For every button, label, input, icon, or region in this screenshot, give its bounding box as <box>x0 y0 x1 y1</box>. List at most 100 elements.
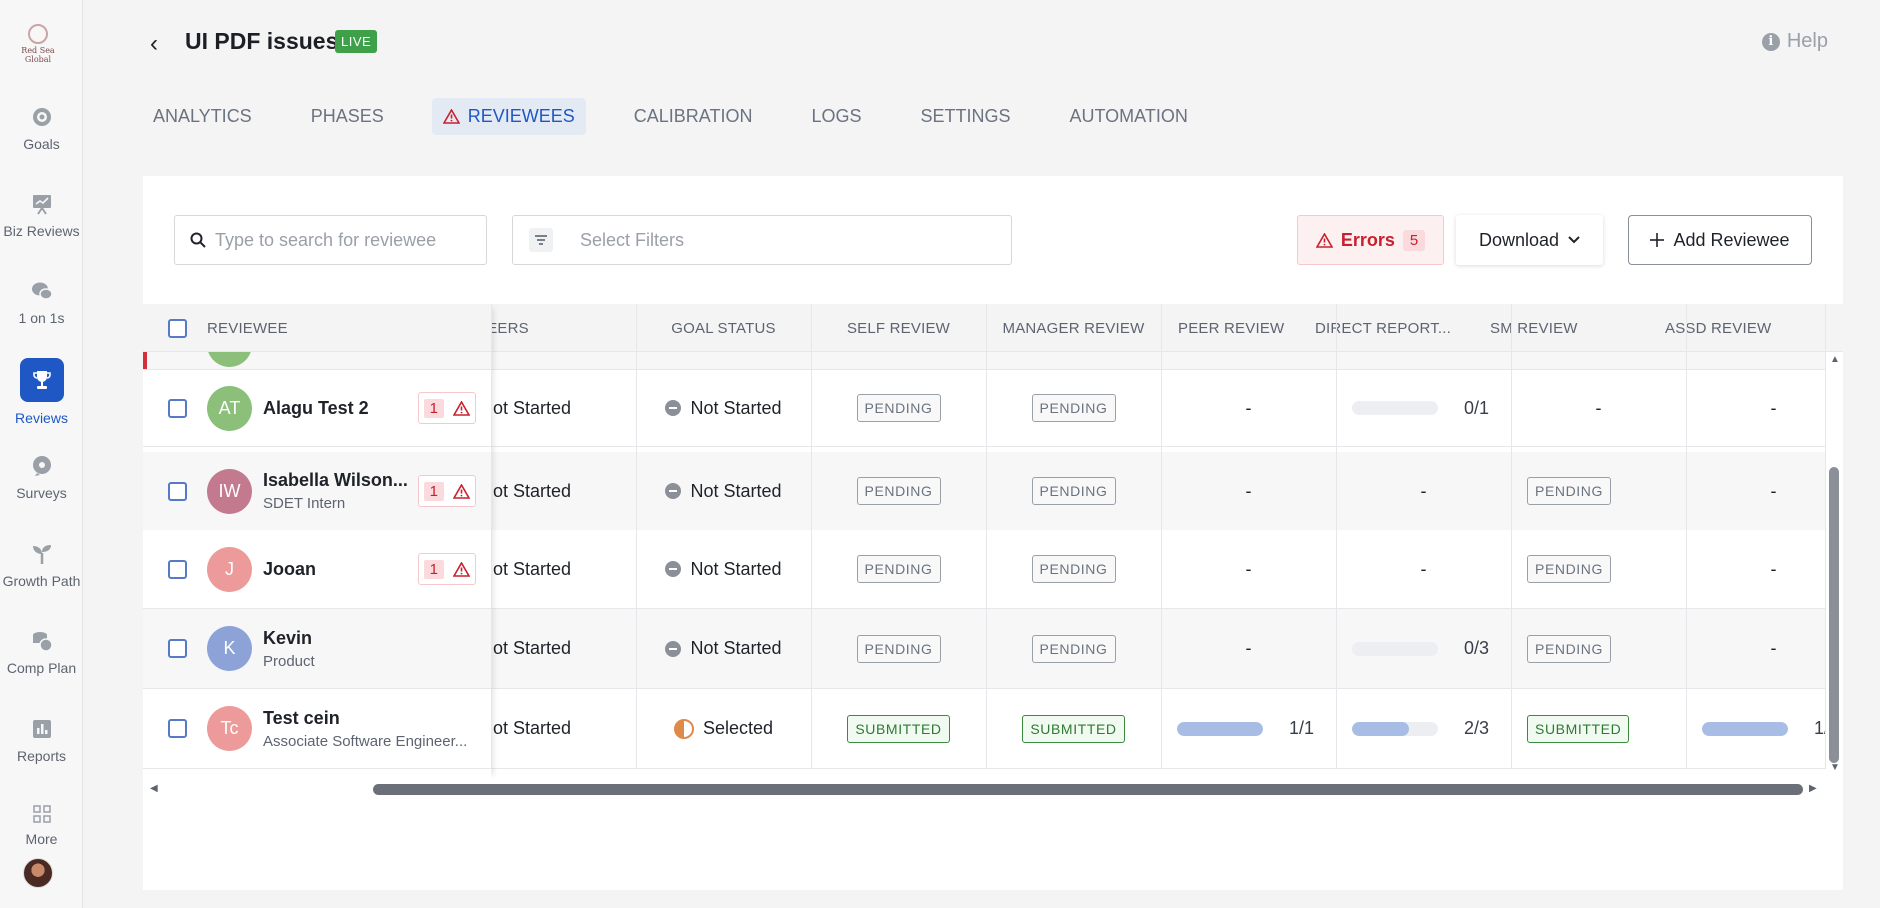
col-manager-review[interactable]: MANAGER REVIEW <box>986 304 1161 352</box>
coins-icon <box>32 632 53 652</box>
column-divider <box>811 304 812 769</box>
empty-value: - <box>1595 397 1602 418</box>
row-checkbox[interactable] <box>168 559 187 579</box>
add-reviewee-button[interactable]: Add Reviewee <box>1628 215 1812 265</box>
nav-item-more[interactable]: More <box>0 805 83 847</box>
search-icon <box>190 232 206 248</box>
row-error-count: 1 <box>423 559 444 579</box>
reviewee-info[interactable]: Alagu Test 2 <box>263 398 369 419</box>
reviewee-name[interactable]: Kevin <box>263 628 315 649</box>
sm-review-cell: PENDING <box>1511 609 1686 688</box>
status-pill: PENDING <box>1031 394 1116 422</box>
progress-fill <box>1352 721 1410 736</box>
filters-select[interactable]: Select Filters <box>512 215 1012 265</box>
reviewee-name[interactable]: Isabella Wilson... <box>263 470 408 491</box>
scroll-right-icon[interactable]: ▶ <box>1809 783 1817 794</box>
tab-analytics[interactable]: ANALYTICS <box>142 98 263 135</box>
table-row[interactable]: ot Started Not Started PENDING PENDING - - PEN… <box>143 530 1825 609</box>
status-pill: PENDING <box>856 634 941 663</box>
col-sm-review[interactable]: SM REVIEW <box>1490 304 1578 352</box>
reviewee-name[interactable]: Jooan <box>263 559 316 580</box>
tab-settings[interactable]: SETTINGS <box>909 98 1021 135</box>
avatar: K <box>207 626 252 671</box>
status-pill: PENDING <box>1031 555 1116 583</box>
column-divider <box>1511 304 1512 769</box>
assd-review-cell: - <box>1686 452 1843 530</box>
row-checkbox[interactable] <box>168 398 187 418</box>
warning-icon <box>1315 232 1333 248</box>
row-checkbox[interactable] <box>168 719 187 738</box>
status-pill: PENDING <box>856 555 941 583</box>
nav-item-surveys[interactable]: Surveys <box>0 455 83 501</box>
col-reviewee[interactable]: REVIEWEE <box>207 304 288 352</box>
table-row[interactable]: ot Started Not Started PENDING PENDING - 0/1 -… <box>143 370 1825 447</box>
column-divider <box>1686 304 1687 769</box>
avatar: IW <box>207 468 252 514</box>
peers-cell: ot Started <box>491 689 636 768</box>
tab-reviewees[interactable]: REVIEWEES <box>431 98 586 135</box>
nav-label: Reports <box>16 748 67 764</box>
row-error-badge[interactable]: 1 <box>418 553 476 585</box>
select-all-checkbox[interactable] <box>168 304 187 352</box>
col-peer-review[interactable]: PEER REVIEW <box>1178 304 1284 352</box>
nav-item-reviews[interactable]: Reviews <box>0 358 83 426</box>
back-icon[interactable]: ‹ <box>150 30 158 58</box>
reviewee-name[interactable]: Alagu Test 2 <box>263 398 369 419</box>
horizontal-scroll-thumb[interactable] <box>373 784 1803 795</box>
nav-label: 1 on 1s <box>18 310 65 326</box>
row-checkbox[interactable] <box>168 481 187 501</box>
column-divider <box>1336 304 1337 769</box>
row-error-badge[interactable]: 1 <box>418 392 476 424</box>
nav-item-goals[interactable]: Goals <box>0 106 83 152</box>
scroll-up-icon[interactable]: ▲ <box>1830 354 1840 365</box>
user-avatar[interactable] <box>23 858 53 888</box>
peers-cell: ot Started <box>491 609 636 688</box>
search-input[interactable]: Type to search for reviewee <box>174 215 487 265</box>
horizontal-scrollbar[interactable]: ◀ ▶ <box>143 780 1825 798</box>
company-logo[interactable]: Red Sea Global <box>18 24 58 64</box>
row-checkbox[interactable] <box>168 639 187 658</box>
tab-logs[interactable]: LOGS <box>800 98 872 135</box>
reviewee-info[interactable]: Jooan <box>263 559 316 580</box>
col-self-review[interactable]: SELF REVIEW <box>811 304 986 352</box>
vertical-scrollbar[interactable]: ▲ ▼ <box>1825 352 1843 779</box>
vertical-scroll-thumb[interactable] <box>1829 467 1839 763</box>
reviewee-name[interactable]: Test cein <box>263 708 467 729</box>
help-link[interactable]: i Help <box>1761 30 1828 53</box>
reviewee-info[interactable]: Kevin Product <box>263 628 315 670</box>
tab-label: SETTINGS <box>920 106 1011 126</box>
errors-button[interactable]: Errors 5 <box>1297 215 1444 265</box>
sm-review-cell: SUBMITTED <box>1511 689 1686 768</box>
table-row[interactable]: ot Started Not Started PENDING PENDING - 0/3 P… <box>143 609 1825 689</box>
tab-calibration[interactable]: CALIBRATION <box>623 98 764 135</box>
nav-item-1on1s[interactable]: 1 on 1s <box>0 280 83 326</box>
nav-item-reports[interactable]: Reports <box>0 718 83 764</box>
col-goal-status[interactable]: GOAL STATUS <box>636 304 811 352</box>
nav-item-biz-reviews[interactable]: Biz Reviews <box>0 193 83 239</box>
direct-report-cell: - <box>1336 530 1511 608</box>
download-button[interactable]: Download <box>1456 215 1603 265</box>
self-review-cell: PENDING <box>811 452 986 530</box>
assd-review-cell: - <box>1686 370 1843 446</box>
peers-cell: ot Started <box>491 452 636 530</box>
status-pill: SUBMITTED <box>1527 714 1630 743</box>
tab-automation[interactable]: AUTOMATION <box>1059 98 1199 135</box>
warning-icon <box>442 109 460 124</box>
nav-item-growth-path[interactable]: Growth Path <box>0 543 83 589</box>
table-row[interactable]: ot Started Not Started PENDING PENDING - - PEN… <box>143 452 1825 531</box>
row-error-count: 1 <box>423 398 444 418</box>
row-error-badge[interactable]: 1 <box>418 475 476 507</box>
peer-review-cell: - <box>1161 452 1336 530</box>
table-row[interactable]: ot Started Selected SUBMITTED SUBMITTED 1/1 2… <box>143 689 1839 769</box>
col-assd-review[interactable]: ASSD REVIEW <box>1665 304 1771 352</box>
scroll-down-icon[interactable]: ▼ <box>1830 762 1840 773</box>
reviewee-info[interactable]: Test cein Associate Software Engineer... <box>263 708 467 750</box>
reviewee-info[interactable]: Isabella Wilson... SDET Intern <box>263 470 408 512</box>
nav-item-comp-plan[interactable]: Comp Plan <box>0 630 83 676</box>
status-pill: PENDING <box>856 477 941 505</box>
empty-value: - <box>1770 638 1777 658</box>
tab-phases[interactable]: PHASES <box>300 98 395 135</box>
table-row-partial[interactable] <box>143 352 1825 370</box>
scroll-left-icon[interactable]: ◀ <box>150 783 158 794</box>
download-label: Download <box>1478 229 1560 250</box>
